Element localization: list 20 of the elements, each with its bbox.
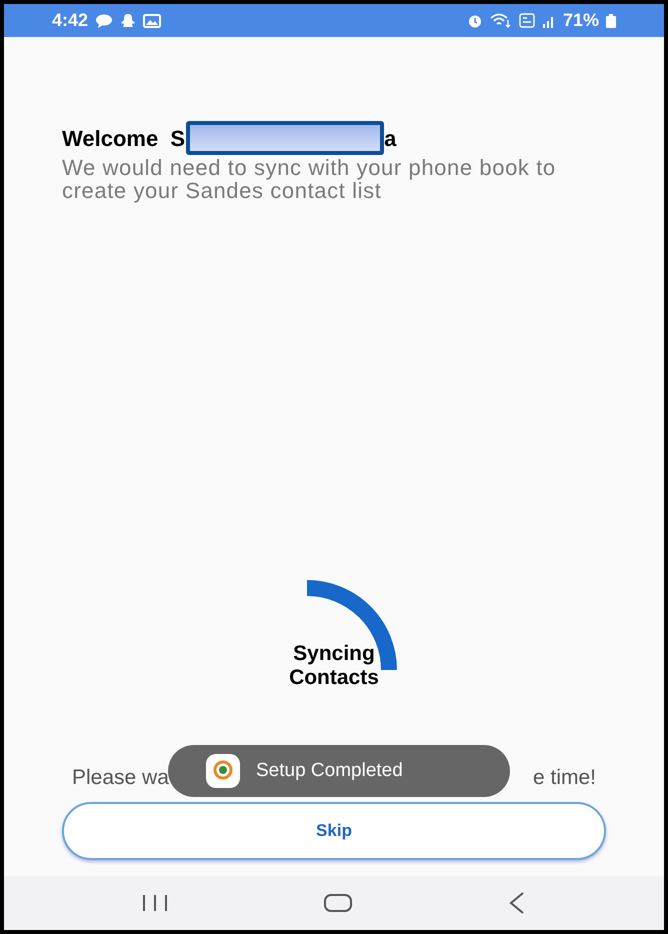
- wifi-icon: [490, 13, 512, 28]
- welcome-text: Welcome S: [62, 124, 186, 152]
- progress-label: Syncing: [293, 642, 375, 666]
- recent-apps-icon[interactable]: [141, 893, 169, 913]
- image-icon: [143, 14, 162, 28]
- toast-text: Setup Completed: [256, 758, 403, 783]
- skip-button[interactable]: Skip: [62, 802, 606, 860]
- wait-hint: Please wa: [72, 765, 169, 791]
- battery-percent: 71%: [562, 9, 599, 32]
- alarm-icon: [466, 13, 483, 28]
- battery-icon: [606, 14, 616, 28]
- progress-label: Contacts: [289, 666, 379, 690]
- chat-icon: [95, 14, 114, 28]
- ghost-icon: [120, 13, 136, 28]
- home-icon[interactable]: [323, 893, 353, 913]
- welcome-text: a: [384, 124, 396, 152]
- app-logo-icon: [206, 754, 240, 788]
- status-time: 4:42: [52, 9, 88, 32]
- wait-hint: e time!: [532, 765, 596, 791]
- sync-message: We would need to sync with your phone book to create your Sandes contact list: [62, 156, 557, 202]
